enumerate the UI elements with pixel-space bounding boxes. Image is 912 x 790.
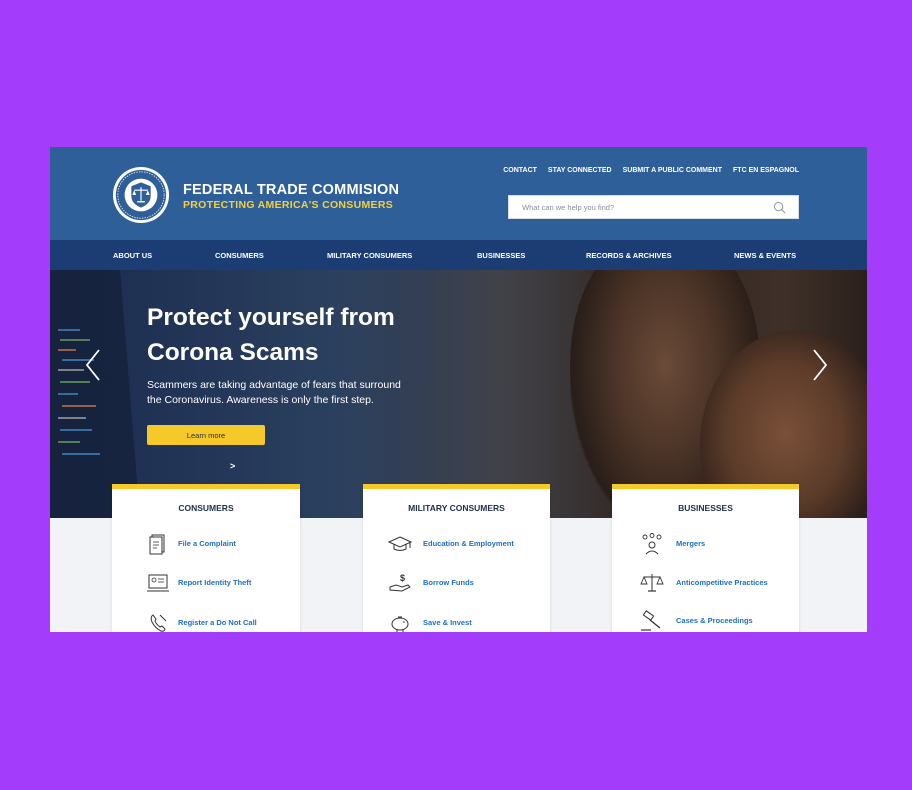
money-hand-icon: $	[389, 573, 411, 592]
businesses-card: BUSINESSES Mergers Anticompetitive Pract…	[612, 484, 799, 632]
svg-text:$: $	[400, 573, 405, 583]
hero-title-line: Protect yourself from	[147, 304, 395, 331]
card-title: CONSUMERS	[178, 503, 234, 513]
education-employment-link[interactable]: Education & Employment	[363, 533, 550, 555]
hero-title: Protect yourself from Corona Scams	[147, 300, 447, 370]
gavel-icon	[641, 610, 661, 631]
file-complaint-link[interactable]: File a Complaint	[112, 533, 300, 555]
search-icon[interactable]	[773, 201, 786, 214]
cases-proceedings-link[interactable]: Cases & Proceedings	[612, 610, 799, 632]
nav-records-archives[interactable]: RECORDS & ARCHIVES	[586, 251, 672, 260]
hero-description-line: Scammers are taking advantage of fears t…	[147, 379, 401, 391]
submit-public-comment-link[interactable]: SUBMIT A PUBLIC COMMENT	[623, 167, 722, 174]
ftc-en-espagnol-link[interactable]: FTC EN ESPAGNOL	[733, 167, 799, 174]
card-title: MILITARY CONSUMERS	[408, 503, 505, 513]
utility-nav: CONTACT STAY CONNECTED SUBMIT A PUBLIC C…	[503, 167, 799, 174]
id-card-icon	[147, 574, 169, 592]
scales-icon	[640, 574, 664, 592]
card-item-label: Mergers	[676, 539, 706, 548]
nav-news-events[interactable]: NEWS & EVENTS	[734, 251, 796, 260]
consumers-card: CONSUMERS File a Complaint Report Identi…	[112, 484, 300, 632]
brand-subtitle: PROTECTING AMERICA'S CONSUMERS	[183, 199, 394, 211]
card-item-label: Register a Do Not Call	[178, 618, 257, 627]
stay-connected-link[interactable]: STAY CONNECTED	[548, 167, 612, 174]
search-input[interactable]	[509, 196, 759, 218]
piggy-bank-icon	[391, 616, 409, 632]
military-consumers-card: MILITARY CONSUMERS Education & Employmen…	[363, 484, 550, 632]
website-frame: FEDERAL TRADE COMMISION PROTECTING AMERI…	[50, 147, 867, 632]
site-header: FEDERAL TRADE COMMISION PROTECTING AMERI…	[50, 147, 867, 240]
card-item-label: Report Identity Theft	[178, 578, 252, 587]
hero-banner: Protect yourself from Corona Scams Scamm…	[50, 270, 867, 518]
card-item-label: Borrow Funds	[423, 578, 474, 587]
save-invest-link[interactable]: Save & Invest	[363, 612, 550, 632]
search-box	[508, 195, 799, 219]
card-item-label: Education & Employment	[423, 539, 514, 548]
report-identity-theft-link[interactable]: Report Identity Theft	[112, 572, 300, 594]
hero-description-line: the Coronavirus. Awareness is only the f…	[147, 394, 374, 406]
hero-title-line: Corona Scams	[147, 339, 319, 366]
carousel-pager[interactable]: >	[230, 461, 235, 471]
card-title: BUSINESSES	[678, 503, 733, 513]
people-network-icon	[642, 533, 662, 555]
register-do-not-call-link[interactable]: Register a Do Not Call	[112, 612, 300, 632]
phone-icon	[150, 614, 167, 632]
learn-more-button[interactable]: Learn more	[147, 425, 265, 445]
card-item-label: File a Complaint	[178, 539, 236, 548]
card-item-label: Anticompetitive Practices	[676, 578, 768, 587]
chevron-left-icon[interactable]	[85, 348, 101, 382]
borrow-funds-link[interactable]: $ Borrow Funds	[363, 572, 550, 594]
contact-link[interactable]: CONTACT	[503, 167, 537, 174]
chevron-right-icon[interactable]	[812, 348, 828, 382]
anticompetitive-practices-link[interactable]: Anticompetitive Practices	[612, 572, 799, 594]
nav-about-us[interactable]: ABOUT US	[113, 251, 152, 260]
hero-description: Scammers are taking advantage of fears t…	[147, 378, 417, 408]
brand-title: FEDERAL TRADE COMMISION	[183, 182, 400, 198]
nav-consumers[interactable]: CONSUMERS	[215, 251, 264, 260]
ftc-seal-icon[interactable]	[112, 166, 170, 224]
mergers-link[interactable]: Mergers	[612, 533, 799, 555]
nav-military-consumers[interactable]: MILITARY CONSUMERS	[327, 251, 412, 260]
document-icon	[149, 534, 165, 555]
card-item-label: Save & Invest	[423, 618, 472, 627]
nav-businesses[interactable]: BUSINESSES	[477, 251, 525, 260]
card-item-label: Cases & Proceedings	[676, 616, 753, 625]
graduation-cap-icon	[388, 536, 412, 551]
main-nav: ABOUT US CONSUMERS MILITARY CONSUMERS BU…	[50, 240, 867, 270]
